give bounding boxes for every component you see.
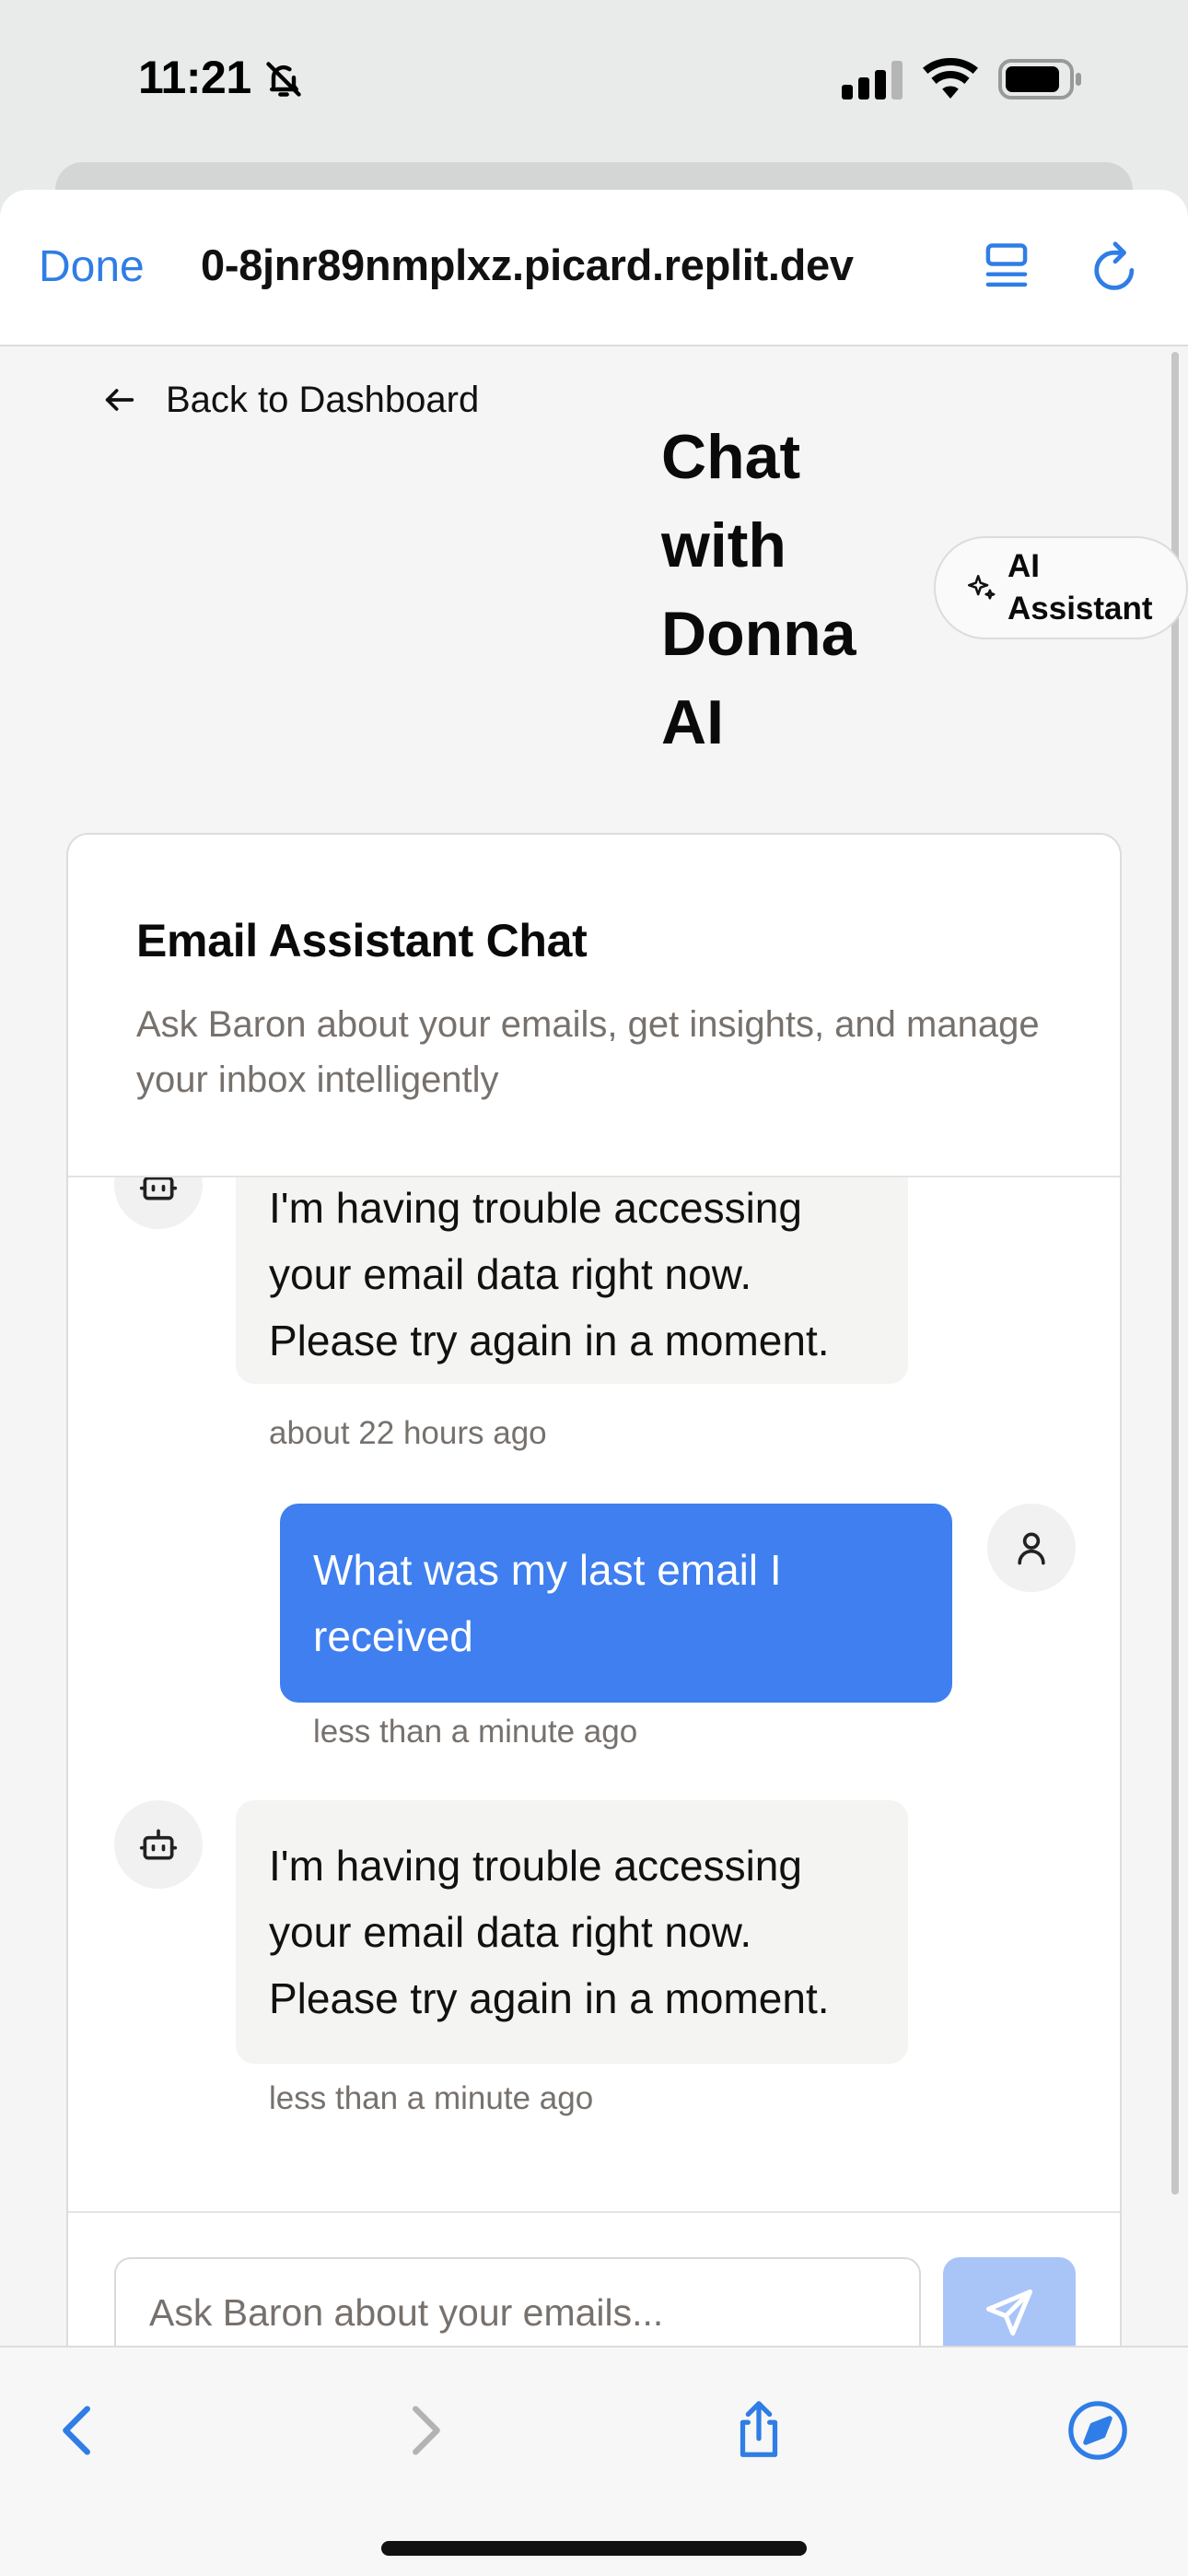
page-title: Chat with Donna AI: [661, 422, 856, 757]
back-chevron-icon: [63, 2406, 90, 2455]
bot-avatar: [114, 1800, 203, 1889]
user-icon: [1018, 1532, 1045, 1565]
page-scrollbar[interactable]: [1171, 352, 1179, 2195]
status-bar: 11:21: [0, 0, 1188, 161]
sparkles-icon: [967, 574, 996, 600]
compass-icon: [1068, 2401, 1127, 2460]
assistant-message-bubble: I'm having trouble accessing your email …: [236, 1177, 908, 1384]
safari-sheet: Done 0-8jnr89nmplxz.picard.replit.dev Ba…: [0, 190, 1188, 2576]
url-display[interactable]: 0-8jnr89nmplxz.picard.replit.dev: [201, 240, 938, 290]
forward-chevron-icon: [413, 2406, 440, 2455]
message-timestamp: less than a minute ago: [313, 1714, 638, 1750]
cellular-signal-icon: [842, 61, 903, 100]
browser-bar: Done 0-8jnr89nmplxz.picard.replit.dev: [0, 190, 1188, 346]
message-list[interactable]: I'm having trouble accessing your email …: [68, 1177, 1120, 2123]
bell-slash-icon: [266, 62, 301, 97]
message-timestamp: about 22 hours ago: [269, 1415, 547, 1451]
wifi-icon: [923, 57, 978, 99]
reader-mode-icon[interactable]: [982, 241, 1031, 295]
message-timestamp: less than a minute ago: [269, 2080, 594, 2116]
done-button[interactable]: Done: [39, 241, 145, 292]
share-icon: [740, 2401, 778, 2457]
back-to-dashboard-link[interactable]: Back to Dashboard: [101, 372, 479, 427]
status-time: 11:21: [138, 52, 251, 103]
reload-icon[interactable]: [1089, 240, 1142, 297]
chat-title: Email Assistant Chat: [136, 915, 588, 966]
bot-icon: [139, 1829, 178, 1860]
chat-card-header: Email Assistant Chat Ask Baron about you…: [68, 835, 1120, 1177]
forward-button[interactable]: [387, 2394, 460, 2467]
back-button[interactable]: [42, 2394, 116, 2467]
open-in-safari-button[interactable]: [1061, 2394, 1135, 2467]
user-avatar: [987, 1504, 1076, 1592]
assistant-message-bubble: I'm having trouble accessing your email …: [236, 1800, 908, 2064]
ai-badge-label: AI Assistant: [1007, 548, 1153, 626]
chat-description: Ask Baron about your emails, get insight…: [136, 1004, 1040, 1100]
ai-assistant-badge: AI Assistant: [934, 536, 1188, 639]
bot-avatar: [114, 1177, 203, 1229]
home-indicator: [381, 2541, 807, 2556]
bot-icon: [139, 1177, 178, 1200]
back-link-label: Back to Dashboard: [166, 379, 480, 420]
chat-card: Email Assistant Chat Ask Baron about you…: [66, 833, 1122, 2399]
battery-icon: [998, 59, 1081, 100]
share-button[interactable]: [722, 2394, 796, 2467]
send-icon: [986, 2289, 1032, 2336]
arrow-left-icon: [105, 389, 134, 411]
user-message-bubble: What was my last email I received: [280, 1504, 952, 1703]
